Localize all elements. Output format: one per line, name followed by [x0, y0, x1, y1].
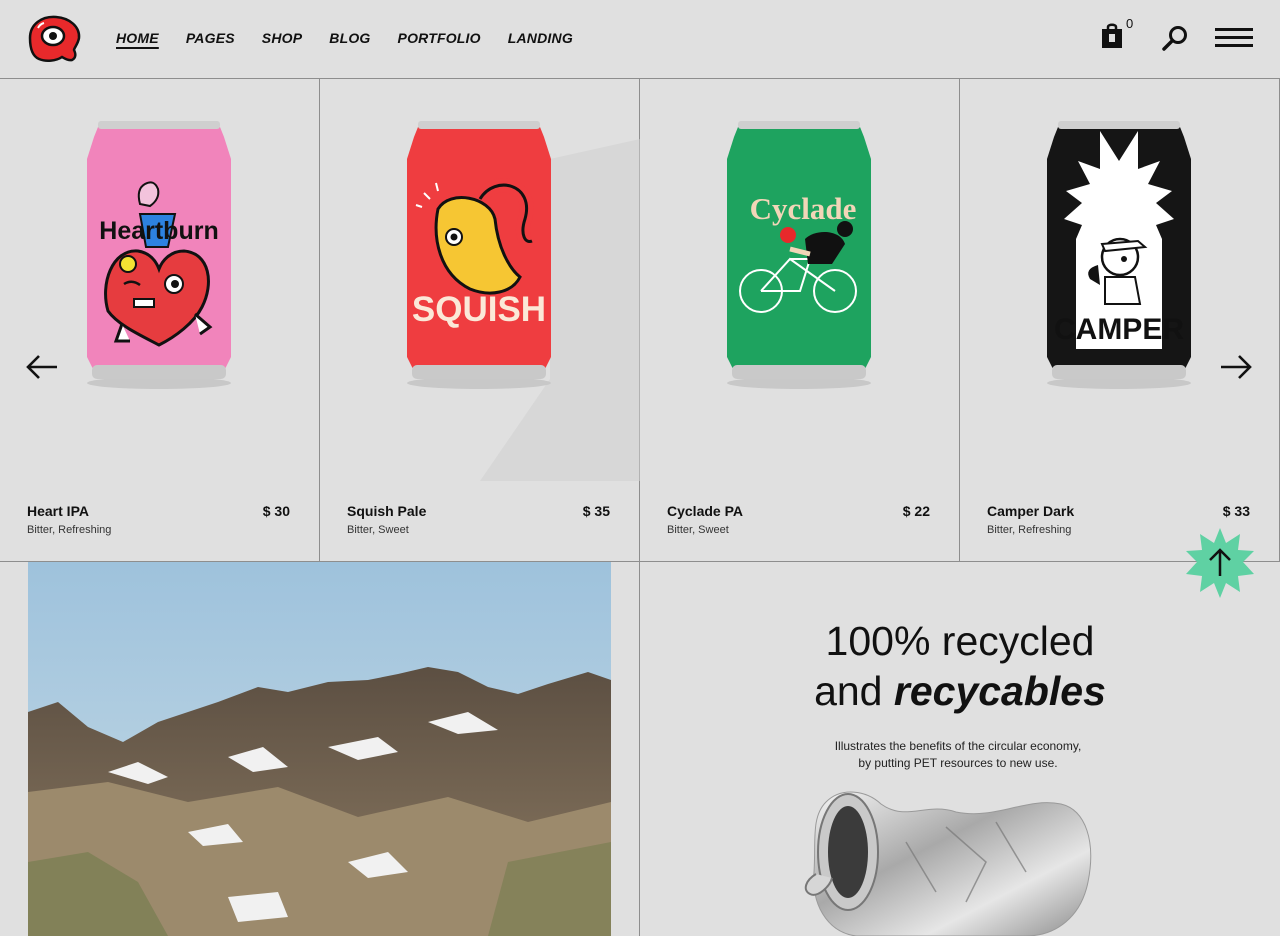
headline-line-1: 100% recycled [825, 618, 1095, 664]
product-name[interactable]: Squish Pale [347, 503, 426, 519]
headline-plain: and [814, 668, 894, 714]
product-carousel: Heartburn Heart IPA $ 30 Bitter, Refresh… [0, 79, 1280, 562]
svg-text:Heartburn: Heartburn [99, 217, 218, 245]
crushed-can-image [804, 791, 1092, 936]
site-header: HOME PAGES SHOP BLOG PORTFOLIO LANDING 0 [0, 0, 1280, 79]
search-icon[interactable] [1160, 24, 1190, 52]
nav-pages[interactable]: PAGES [186, 30, 235, 46]
headline-emphasis: recycables [893, 668, 1106, 714]
main-nav: HOME PAGES SHOP BLOG PORTFOLIO LANDING [116, 30, 600, 46]
nav-blog[interactable]: BLOG [329, 30, 370, 46]
can-image: Cyclade [727, 121, 871, 389]
product-name[interactable]: Heart IPA [27, 503, 89, 519]
product-price: $ 30 [262, 503, 290, 519]
svg-text:Cyclade: Cyclade [750, 191, 857, 226]
nav-home[interactable]: HOME [116, 30, 159, 46]
product-tags: Bitter, Refreshing [987, 524, 1072, 536]
feature-headline: 100% recycled and recycables [640, 616, 1280, 716]
feature-description: Illustrates the benefits of the circular… [640, 738, 1276, 772]
shopping-bag-icon[interactable] [1100, 22, 1124, 50]
description-line-1: Illustrates the benefits of the circular… [834, 739, 1082, 753]
product-card[interactable]: Cyclade Cyclade PA $ 22 Bitter, Sweet [640, 79, 960, 561]
nav-shop[interactable]: SHOP [262, 30, 302, 46]
arrow-left-icon[interactable] [24, 353, 60, 381]
scroll-to-top-button[interactable] [1183, 526, 1257, 600]
product-price: $ 35 [582, 503, 610, 519]
can-image: CAMPER [1047, 121, 1191, 389]
nav-portfolio[interactable]: PORTFOLIO [398, 30, 481, 46]
hamburger-menu-icon[interactable] [1214, 26, 1254, 50]
can-image: Heartburn [87, 121, 231, 389]
product-name[interactable]: Camper Dark [987, 503, 1074, 519]
logo-icon[interactable] [26, 14, 82, 64]
product-name[interactable]: Cyclade PA [667, 503, 743, 519]
product-card[interactable]: Heartburn Heart IPA $ 30 Bitter, Refresh… [0, 79, 320, 561]
product-tags: Bitter, Sweet [667, 524, 729, 536]
headline-line-2: and recycables [640, 666, 1280, 716]
product-card[interactable]: SQUISH Squish Pale $ 35 Bitter, Sweet [320, 79, 640, 561]
svg-text:SQUISH: SQUISH [412, 290, 546, 329]
product-tags: Bitter, Sweet [347, 524, 409, 536]
nav-landing[interactable]: LANDING [508, 30, 573, 46]
svg-text:CAMPER: CAMPER [1054, 313, 1184, 346]
product-price: $ 22 [902, 503, 930, 519]
product-price: $ 33 [1222, 503, 1250, 519]
description-line-2: by putting PET resources to new use. [858, 756, 1058, 770]
product-tags: Bitter, Refreshing [27, 524, 112, 536]
mountain-photo [28, 562, 611, 936]
product-card[interactable]: CAMPER Camper Dark $ 33 Bitter, Refreshi… [960, 79, 1280, 561]
can-image: SQUISH [407, 121, 640, 481]
cart-count: 0 [1126, 16, 1134, 31]
arrow-right-icon[interactable] [1218, 353, 1254, 381]
